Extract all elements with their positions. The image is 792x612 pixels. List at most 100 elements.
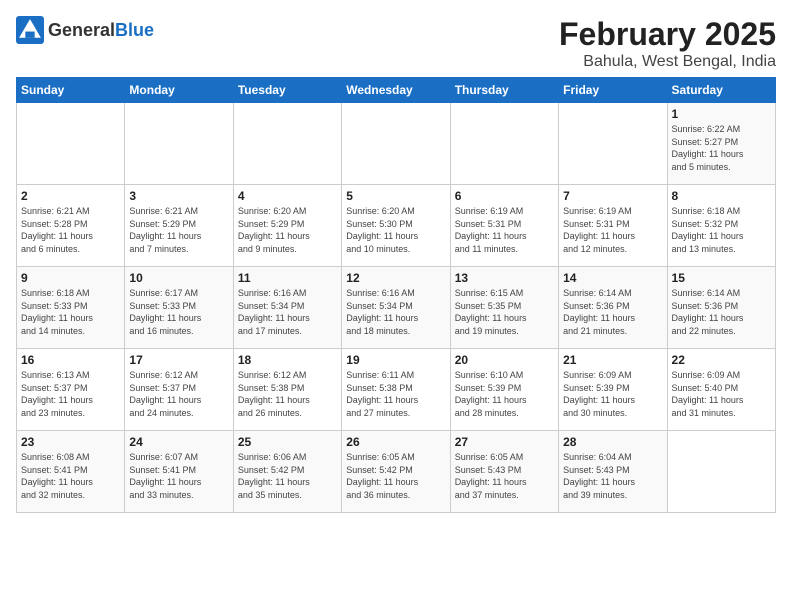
- day-number: 11: [238, 271, 337, 285]
- day-number: 7: [563, 189, 662, 203]
- day-info: Sunrise: 6:04 AM Sunset: 5:43 PM Dayligh…: [563, 451, 662, 501]
- table-row: 25Sunrise: 6:06 AM Sunset: 5:42 PM Dayli…: [233, 431, 341, 513]
- day-info: Sunrise: 6:18 AM Sunset: 5:32 PM Dayligh…: [672, 205, 771, 255]
- table-row: 15 Sunrise: 6:14 AM Sunset: 5:36 PM Dayli…: [667, 267, 775, 349]
- header-thursday: Thursday: [450, 78, 558, 103]
- calendar-title: February 2025: [559, 16, 776, 53]
- day-number: 2: [21, 189, 120, 203]
- day-number: 4: [238, 189, 337, 203]
- logo: GeneralBlue: [16, 16, 154, 44]
- day-info: Sunrise: 6:11 AM Sunset: 5:38 PM Dayligh…: [346, 369, 445, 419]
- day-info: Sunrise: 6:09 AM Sunset: 5:39 PM Dayligh…: [563, 369, 662, 419]
- day-number: 19: [346, 353, 445, 367]
- day-number: 8: [672, 189, 771, 203]
- day-number: 22: [672, 353, 771, 367]
- table-row: 12 Sunrise: 6:16 AM Sunset: 5:34 PM Dayli…: [342, 267, 450, 349]
- day-info: Sunrise: 6:20 AM Sunset: 5:29 PM Dayligh…: [238, 205, 337, 255]
- calendar-week-row: 2 Sunrise: 6:21 AM Sunset: 5:28 PM Daylig…: [17, 185, 776, 267]
- table-row: 21 Sunrise: 6:09 AM Sunset: 5:39 PM Dayli…: [559, 349, 667, 431]
- day-number: 18: [238, 353, 337, 367]
- day-info: Sunrise: 6:08 AM Sunset: 5:41 PM Dayligh…: [21, 451, 120, 501]
- day-number: 14: [563, 271, 662, 285]
- day-number: 27: [455, 435, 554, 449]
- day-info: Sunrise: 6:13 AM Sunset: 5:37 PM Dayligh…: [21, 369, 120, 419]
- day-number: 24: [129, 435, 228, 449]
- header-friday: Friday: [559, 78, 667, 103]
- header-monday: Monday: [125, 78, 233, 103]
- calendar-week-row: 1 Sunrise: 6:22 AM Sunset: 5:27 PM Daylig…: [17, 103, 776, 185]
- table-row: 10 Sunrise: 6:17 AM Sunset: 5:33 PM Dayli…: [125, 267, 233, 349]
- table-row: 9 Sunrise: 6:18 AM Sunset: 5:33 PM Daylig…: [17, 267, 125, 349]
- table-row: 1 Sunrise: 6:22 AM Sunset: 5:27 PM Daylig…: [667, 103, 775, 185]
- day-number: 26: [346, 435, 445, 449]
- day-number: 9: [21, 271, 120, 285]
- table-row: 28 Sunrise: 6:04 AM Sunset: 5:43 PM Dayli…: [559, 431, 667, 513]
- day-info: Sunrise: 6:19 AM Sunset: 5:31 PM Dayligh…: [455, 205, 554, 255]
- title-block: February 2025 Bahula, West Bengal, India: [559, 16, 776, 71]
- calendar-week-row: 23 Sunrise: 6:08 AM Sunset: 5:41 PM Dayli…: [17, 431, 776, 513]
- day-info: Sunrise: 6:18 AM Sunset: 5:33 PM Dayligh…: [21, 287, 120, 337]
- day-info: Sunrise: 6:14 AM Sunset: 5:36 PM Dayligh…: [672, 287, 771, 337]
- table-row: 2 Sunrise: 6:21 AM Sunset: 5:28 PM Daylig…: [17, 185, 125, 267]
- table-row: 11 Sunrise: 6:16 AM Sunset: 5:34 PM Dayli…: [233, 267, 341, 349]
- table-row: 22 Sunrise: 6:09 AM Sunset: 5:40 PM Dayli…: [667, 349, 775, 431]
- calendar-subtitle: Bahula, West Bengal, India: [559, 53, 776, 71]
- day-number: 21: [563, 353, 662, 367]
- table-row: 27 Sunrise: 6:05 AM Sunset: 5:43 PM Dayli…: [450, 431, 558, 513]
- table-row: 8 Sunrise: 6:18 AM Sunset: 5:32 PM Daylig…: [667, 185, 775, 267]
- header-sunday: Sunday: [17, 78, 125, 103]
- table-row: [17, 103, 125, 185]
- day-number: 16: [21, 353, 120, 367]
- table-row: 17 Sunrise: 6:12 AM Sunset: 5:37 PM Dayli…: [125, 349, 233, 431]
- header-tuesday: Tuesday: [233, 78, 341, 103]
- day-info: Sunrise: 6:15 AM Sunset: 5:35 PM Dayligh…: [455, 287, 554, 337]
- calendar-week-row: 16 Sunrise: 6:13 AM Sunset: 5:37 PM Dayli…: [17, 349, 776, 431]
- calendar-week-row: 9 Sunrise: 6:18 AM Sunset: 5:33 PM Daylig…: [17, 267, 776, 349]
- table-row: [667, 431, 775, 513]
- table-row: 19 Sunrise: 6:11 AM Sunset: 5:38 PM Dayli…: [342, 349, 450, 431]
- day-number: 10: [129, 271, 228, 285]
- table-row: 26Sunrise: 6:05 AM Sunset: 5:42 PM Dayli…: [342, 431, 450, 513]
- logo-general: GeneralBlue: [48, 20, 154, 41]
- day-info: Sunrise: 6:16 AM Sunset: 5:34 PM Dayligh…: [346, 287, 445, 337]
- table-row: [559, 103, 667, 185]
- day-number: 5: [346, 189, 445, 203]
- day-info: Sunrise: 6:17 AM Sunset: 5:33 PM Dayligh…: [129, 287, 228, 337]
- day-number: 3: [129, 189, 228, 203]
- table-row: 4 Sunrise: 6:20 AM Sunset: 5:29 PM Daylig…: [233, 185, 341, 267]
- day-number: 23: [21, 435, 120, 449]
- day-info: Sunrise: 6:22 AM Sunset: 5:27 PM Dayligh…: [672, 123, 771, 173]
- day-info: Sunrise: 6:12 AM Sunset: 5:38 PM Dayligh…: [238, 369, 337, 419]
- table-row: 5 Sunrise: 6:20 AM Sunset: 5:30 PM Daylig…: [342, 185, 450, 267]
- day-info: Sunrise: 6:21 AM Sunset: 5:29 PM Dayligh…: [129, 205, 228, 255]
- header-wednesday: Wednesday: [342, 78, 450, 103]
- page-container: GeneralBlue February 2025 Bahula, West B…: [0, 0, 792, 521]
- day-info: Sunrise: 6:05 AM Sunset: 5:43 PM Dayligh…: [455, 451, 554, 501]
- day-info: Sunrise: 6:09 AM Sunset: 5:40 PM Dayligh…: [672, 369, 771, 419]
- day-info: Sunrise: 6:21 AM Sunset: 5:28 PM Dayligh…: [21, 205, 120, 255]
- table-row: [125, 103, 233, 185]
- day-info: Sunrise: 6:19 AM Sunset: 5:31 PM Dayligh…: [563, 205, 662, 255]
- day-info: Sunrise: 6:12 AM Sunset: 5:37 PM Dayligh…: [129, 369, 228, 419]
- table-row: 7 Sunrise: 6:19 AM Sunset: 5:31 PM Daylig…: [559, 185, 667, 267]
- day-info: Sunrise: 6:20 AM Sunset: 5:30 PM Dayligh…: [346, 205, 445, 255]
- table-row: 24 Sunrise: 6:07 AM Sunset: 5:41 PM Dayli…: [125, 431, 233, 513]
- day-number: 1: [672, 107, 771, 121]
- day-number: 28: [563, 435, 662, 449]
- calendar-table: Sunday Monday Tuesday Wednesday Thursday…: [16, 77, 776, 513]
- day-info: Sunrise: 6:16 AM Sunset: 5:34 PM Dayligh…: [238, 287, 337, 337]
- day-number: 25: [238, 435, 337, 449]
- table-row: 20Sunrise: 6:10 AM Sunset: 5:39 PM Dayli…: [450, 349, 558, 431]
- day-number: 13: [455, 271, 554, 285]
- day-number: 17: [129, 353, 228, 367]
- table-row: 16 Sunrise: 6:13 AM Sunset: 5:37 PM Dayli…: [17, 349, 125, 431]
- weekday-header-row: Sunday Monday Tuesday Wednesday Thursday…: [17, 78, 776, 103]
- table-row: 6 Sunrise: 6:19 AM Sunset: 5:31 PM Daylig…: [450, 185, 558, 267]
- day-number: 12: [346, 271, 445, 285]
- day-number: 20: [455, 353, 554, 367]
- day-info: Sunrise: 6:14 AM Sunset: 5:36 PM Dayligh…: [563, 287, 662, 337]
- table-row: 3 Sunrise: 6:21 AM Sunset: 5:29 PM Daylig…: [125, 185, 233, 267]
- day-number: 15: [672, 271, 771, 285]
- day-info: Sunrise: 6:07 AM Sunset: 5:41 PM Dayligh…: [129, 451, 228, 501]
- day-number: 6: [455, 189, 554, 203]
